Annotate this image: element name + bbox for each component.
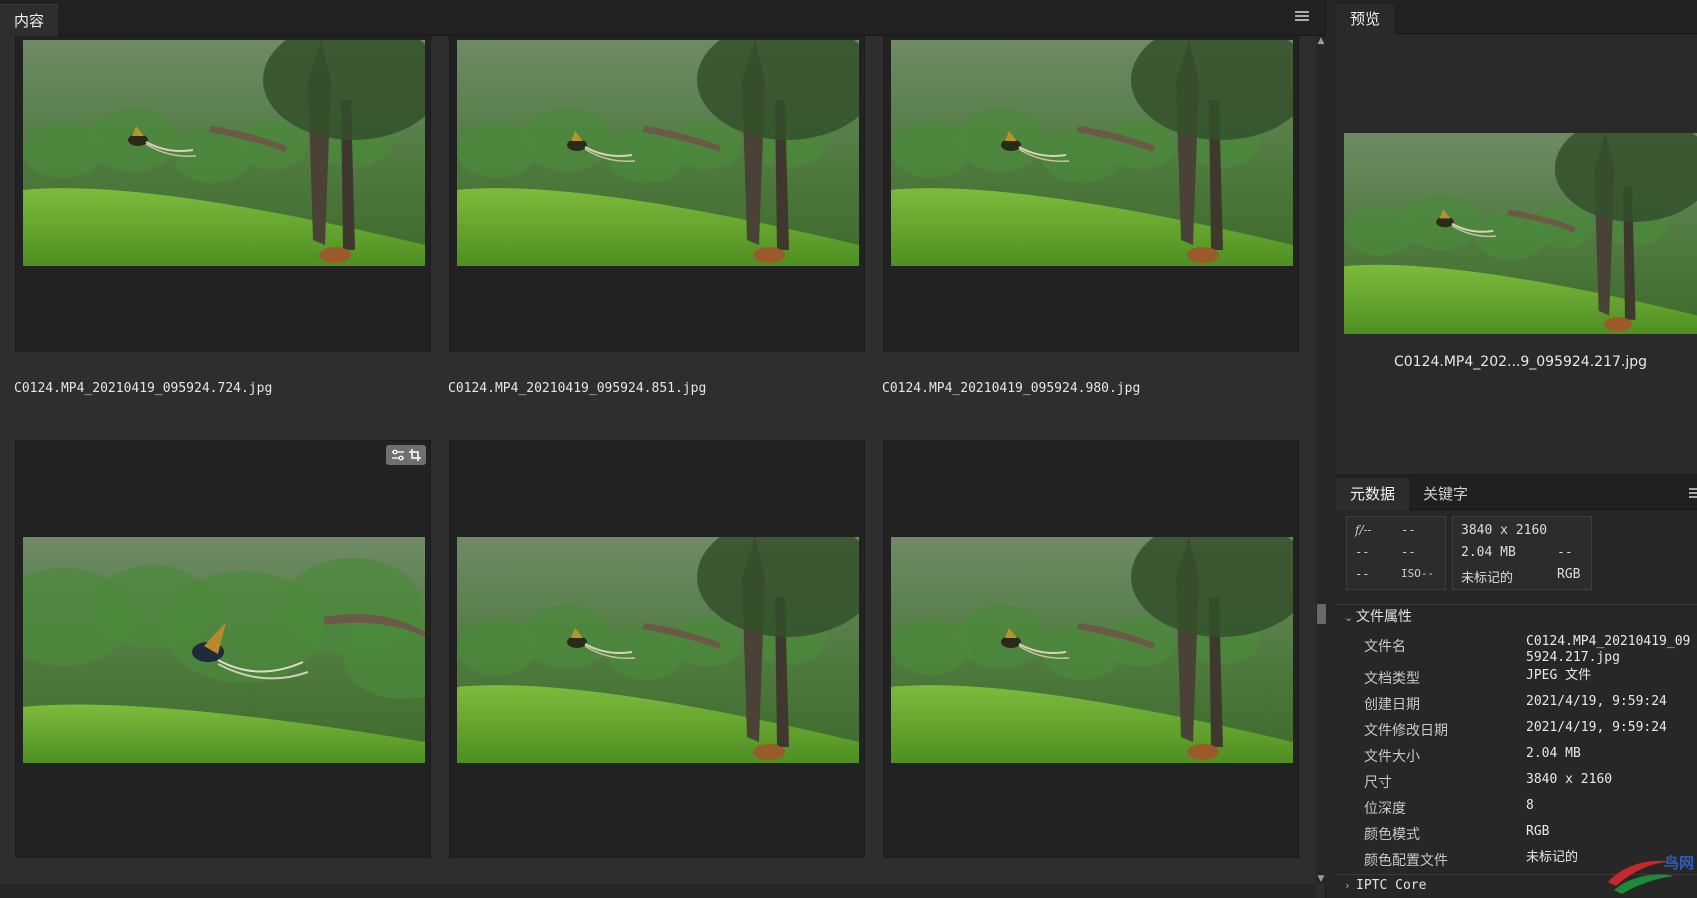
property-value: 2021/4/19, 9:59:24	[1526, 720, 1667, 735]
chevron-down-icon: ⌄	[1344, 611, 1354, 624]
property-key: 尺寸	[1364, 775, 1392, 791]
camera-value: --	[1401, 545, 1416, 559]
content-panel: 内容 C0124.MP4_20210419_095924.724.jpg C01…	[0, 0, 1326, 898]
thumbnail-image	[457, 40, 859, 266]
preview-caption: C0124.MP4_202...9_095924.217.jpg	[1394, 354, 1647, 370]
iptc-core-header[interactable]: › IPTC Core	[1344, 878, 1426, 893]
property-key: 创建日期	[1364, 697, 1420, 713]
property-row: 颜色模式 RGB	[1336, 824, 1697, 848]
dimensions-value: 3840 x 2160	[1461, 523, 1548, 538]
property-value: RGB	[1526, 824, 1550, 839]
preview-image[interactable]	[1344, 133, 1697, 334]
tab-metadata[interactable]: 元数据	[1336, 478, 1410, 510]
property-row: 文件大小 2.04 MB	[1336, 746, 1697, 770]
thumbnail-image	[23, 40, 425, 266]
thumbnail-grid: C0124.MP4_20210419_095924.724.jpg C0124.…	[0, 36, 1316, 884]
property-key: 颜色模式	[1364, 827, 1420, 843]
file-properties-header[interactable]: ⌄ 文件属性	[1344, 606, 1412, 626]
preview-panel: 预览 C0124.MP4_202...9_095924.217.jpg	[1336, 0, 1697, 474]
property-key: 位深度	[1364, 801, 1406, 817]
camera-value: --	[1355, 545, 1370, 559]
property-key: 颜色配置文件	[1364, 853, 1448, 869]
right-column: 预览 C0124.MP4_202...9_095924.217.jpg 元数据 …	[1336, 0, 1697, 898]
section-divider	[1336, 604, 1697, 605]
metadata-panel: 元数据 关键字 f/-- -- -- -- -- ISO-- 3840 x 21…	[1336, 476, 1697, 898]
thumbnail-image	[891, 537, 1293, 763]
property-row: 尺寸 3840 x 2160	[1336, 772, 1697, 796]
iso-value: ISO--	[1401, 567, 1435, 580]
adjust-icon	[392, 449, 404, 461]
scroll-up-icon[interactable]: ▲	[1316, 36, 1326, 46]
size-value: 2.04 MB	[1461, 545, 1516, 560]
camera-data-box: f/-- -- -- -- -- ISO--	[1346, 516, 1446, 590]
property-key: 文件大小	[1364, 749, 1420, 765]
thumbnail-filename: C0124.MP4_20210419_095924.851.jpg	[448, 381, 707, 396]
property-key: 文档类型	[1364, 671, 1420, 687]
property-value: 3840 x 2160	[1526, 772, 1613, 787]
svg-text:鸟网: 鸟网	[1664, 854, 1694, 872]
property-key: 文件名	[1364, 639, 1406, 655]
property-value: 8	[1526, 798, 1534, 813]
tab-preview[interactable]: 预览	[1336, 4, 1395, 34]
preview-tab-bar: 预览	[1336, 0, 1697, 34]
scrollbar-thumb[interactable]	[1317, 604, 1326, 624]
edit-crop-badge	[386, 445, 426, 465]
tab-keywords[interactable]: 关键字	[1409, 478, 1482, 510]
thumbnail-card[interactable]	[15, 36, 431, 352]
property-row: 文档类型 JPEG 文件	[1336, 668, 1697, 692]
summary-value: --	[1557, 545, 1573, 560]
thumbnail-card[interactable]	[15, 440, 431, 858]
vertical-scrollbar[interactable]: ▲ ▼	[1316, 36, 1326, 884]
file-properties-title: 文件属性	[1356, 609, 1412, 625]
thumbnail-filename: C0124.MP4_20210419_095924.724.jpg	[14, 381, 273, 396]
watermark-logo: 鸟网	[1604, 846, 1696, 896]
thumbnail-image	[457, 537, 859, 763]
color-profile-value: 未标记的	[1461, 571, 1514, 586]
file-summary-box: 3840 x 2160 2.04 MB -- 未标记的 RGB	[1452, 516, 1592, 590]
panel-menu-icon[interactable]	[1295, 11, 1309, 23]
thumbnail-image	[891, 40, 1293, 266]
tab-content[interactable]: 内容	[0, 4, 59, 36]
scroll-down-icon[interactable]: ▼	[1316, 874, 1326, 884]
property-row: 文件名 C0124.MP4_20210419_095924.217.jpg	[1336, 634, 1697, 665]
chevron-right-icon: ›	[1344, 879, 1351, 892]
property-value: C0124.MP4_20210419_095924.217.jpg	[1526, 634, 1691, 665]
thumbnail-card[interactable]	[449, 36, 865, 352]
horizontal-scrollbar[interactable]	[0, 884, 1316, 898]
property-row: 位深度 8	[1336, 798, 1697, 822]
thumbnail-card[interactable]	[883, 36, 1299, 352]
metadata-menu-icon[interactable]	[1689, 488, 1697, 498]
shutter-value: --	[1401, 523, 1416, 537]
metadata-tab-bar: 元数据 关键字	[1336, 476, 1697, 510]
property-value: 2.04 MB	[1526, 746, 1581, 761]
property-row: 文件修改日期 2021/4/19, 9:59:24	[1336, 720, 1697, 744]
thumbnail-image	[23, 537, 425, 763]
property-key: 文件修改日期	[1364, 723, 1448, 739]
property-value: JPEG 文件	[1526, 668, 1592, 683]
thumbnail-card[interactable]	[883, 440, 1299, 858]
property-row: 创建日期 2021/4/19, 9:59:24	[1336, 694, 1697, 718]
fstop-value: f/--	[1355, 523, 1372, 537]
content-tab-bar: 内容	[0, 0, 1325, 36]
thumbnail-card[interactable]	[449, 440, 865, 858]
iptc-core-title: IPTC Core	[1356, 878, 1427, 893]
camera-value: --	[1355, 567, 1370, 581]
thumbnail-filename: C0124.MP4_20210419_095924.980.jpg	[882, 381, 1141, 396]
color-mode-value: RGB	[1557, 567, 1581, 582]
property-value: 2021/4/19, 9:59:24	[1526, 694, 1667, 709]
crop-icon	[409, 449, 421, 461]
